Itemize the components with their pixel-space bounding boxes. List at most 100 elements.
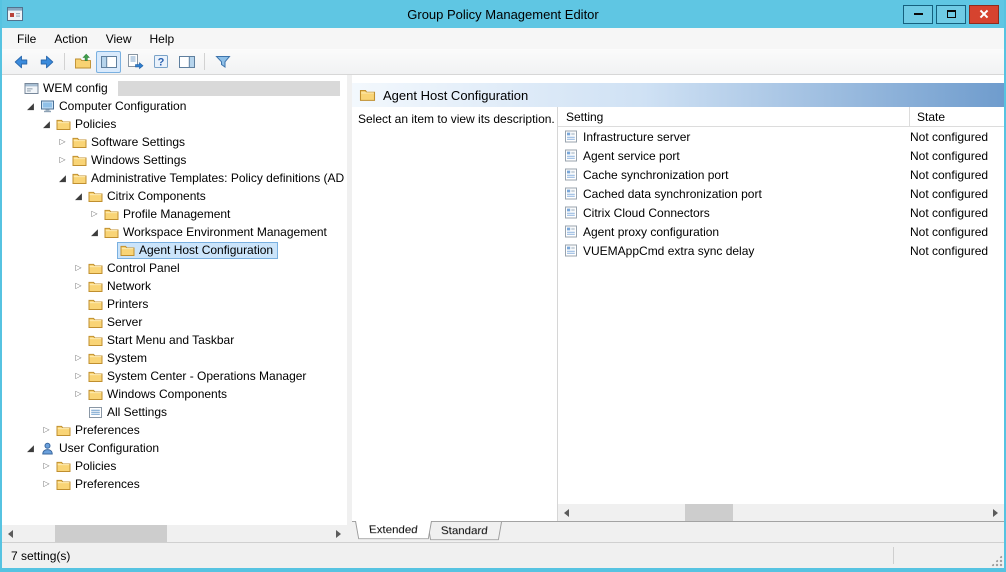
- tree-expander-icon[interactable]: ▷: [72, 385, 85, 403]
- tree-horizontal-scrollbar[interactable]: [2, 525, 347, 542]
- tree-item[interactable]: ▷Windows Components: [2, 385, 347, 403]
- maximize-button[interactable]: [936, 5, 966, 24]
- forward-button[interactable]: [34, 51, 59, 73]
- tree-item[interactable]: ◢Citrix Components: [2, 187, 347, 205]
- tree-expander-icon[interactable]: ◢: [88, 223, 101, 241]
- tree-item-content[interactable]: System: [85, 350, 152, 367]
- tree-item[interactable]: ▷Windows Settings: [2, 151, 347, 169]
- menu-action[interactable]: Action: [45, 30, 96, 48]
- tree-item[interactable]: ▷Profile Management: [2, 205, 347, 223]
- tree-item-content[interactable]: User Configuration: [37, 440, 164, 457]
- tree-item[interactable]: Server: [2, 313, 347, 331]
- menu-view[interactable]: View: [97, 30, 141, 48]
- scroll-left-button[interactable]: [2, 525, 19, 542]
- tree-item[interactable]: ▷Control Panel: [2, 259, 347, 277]
- scrollbar-thumb[interactable]: [55, 525, 167, 542]
- tree-item-content[interactable]: Preferences: [53, 422, 145, 439]
- tree-expander-icon[interactable]: ▷: [88, 205, 101, 223]
- tree-expander-icon[interactable]: ▷: [72, 349, 85, 367]
- tree-expander-icon[interactable]: ◢: [56, 169, 69, 187]
- tree-item-content[interactable]: Start Menu and Taskbar: [85, 332, 239, 349]
- tree-item[interactable]: ◢Computer Configuration: [2, 97, 347, 115]
- scroll-left-button[interactable]: [558, 504, 575, 521]
- tree-expander-icon[interactable]: ◢: [40, 115, 53, 133]
- tree-item-content[interactable]: System Center - Operations Manager: [85, 368, 311, 385]
- list-horizontal-scrollbar[interactable]: [558, 504, 1004, 521]
- tree-expander-icon[interactable]: ▷: [40, 475, 53, 493]
- tree-item[interactable]: ▷Network: [2, 277, 347, 295]
- titlebar[interactable]: Group Policy Management Editor: [2, 0, 1004, 28]
- tab-standard[interactable]: Standard: [427, 522, 502, 540]
- tree-item-content[interactable]: Agent Host Configuration: [117, 242, 278, 259]
- tree-item-content[interactable]: Windows Settings: [69, 152, 191, 169]
- tree-item[interactable]: ▷Preferences: [2, 421, 347, 439]
- scrollbar-track[interactable]: [575, 504, 987, 521]
- tree-expander-icon[interactable]: ▷: [72, 367, 85, 385]
- tree-item-content[interactable]: Citrix Components: [85, 188, 211, 205]
- show-console-tree-button[interactable]: [96, 51, 121, 73]
- tree-item[interactable]: All Settings: [2, 403, 347, 421]
- tree-expander-icon[interactable]: ▷: [72, 277, 85, 295]
- tree-item[interactable]: ▷Software Settings: [2, 133, 347, 151]
- tree-expander-icon[interactable]: ▷: [40, 421, 53, 439]
- settings-row[interactable]: Cache synchronization portNot configured: [558, 165, 1004, 184]
- scroll-right-button[interactable]: [330, 525, 347, 542]
- filter-button[interactable]: [210, 51, 235, 73]
- menu-file[interactable]: File: [8, 30, 45, 48]
- tree-item-content[interactable]: Policies: [53, 116, 121, 133]
- settings-row[interactable]: Citrix Cloud ConnectorsNot configured: [558, 203, 1004, 222]
- settings-row[interactable]: Infrastructure serverNot configured: [558, 127, 1004, 146]
- settings-row[interactable]: VUEMAppCmd extra sync delayNot configure…: [558, 241, 1004, 260]
- tab-extended[interactable]: Extended: [355, 521, 432, 539]
- tree-item-content[interactable]: Printers: [85, 296, 153, 313]
- up-one-level-button[interactable]: [70, 51, 95, 73]
- tree-expander-icon[interactable]: ◢: [24, 97, 37, 115]
- scroll-right-button[interactable]: [987, 504, 1004, 521]
- settings-row[interactable]: Cached data synchronization portNot conf…: [558, 184, 1004, 203]
- close-button[interactable]: [969, 5, 999, 24]
- tree-item-content[interactable]: WEM config: [21, 80, 113, 97]
- settings-row[interactable]: Agent service portNot configured: [558, 146, 1004, 165]
- tree-item-content[interactable]: Profile Management: [101, 206, 235, 223]
- tree-item[interactable]: ▷System: [2, 349, 347, 367]
- tree-item-content[interactable]: Workspace Environment Management: [101, 224, 332, 241]
- tree-item-content[interactable]: Network: [85, 278, 156, 295]
- tree-expander-icon[interactable]: ▷: [56, 151, 69, 169]
- tree-item[interactable]: ◢Policies: [2, 115, 347, 133]
- tree-item[interactable]: WEM config: [2, 79, 347, 97]
- export-list-button[interactable]: [122, 51, 147, 73]
- tree-expander-icon[interactable]: ◢: [24, 439, 37, 457]
- tree-item[interactable]: Agent Host Configuration: [2, 241, 347, 259]
- tree-item-content[interactable]: Administrative Templates: Policy definit…: [69, 170, 347, 187]
- resize-grip[interactable]: [990, 554, 1003, 567]
- tree-expander-icon[interactable]: ▷: [72, 259, 85, 277]
- help-button[interactable]: ?: [148, 51, 173, 73]
- scrollbar-track[interactable]: [19, 525, 330, 542]
- tree-item[interactable]: ◢User Configuration: [2, 439, 347, 457]
- tree-expander-icon[interactable]: ▷: [56, 133, 69, 151]
- tree-expander-icon[interactable]: ▷: [40, 457, 53, 475]
- tree-item-content[interactable]: Preferences: [53, 476, 145, 493]
- column-header-state[interactable]: State: [910, 107, 1004, 126]
- tree-item[interactable]: Start Menu and Taskbar: [2, 331, 347, 349]
- tree-item-content[interactable]: Policies: [53, 458, 121, 475]
- tree-item[interactable]: Printers: [2, 295, 347, 313]
- menu-help[interactable]: Help: [141, 30, 184, 48]
- tree-item-content[interactable]: All Settings: [85, 404, 172, 421]
- tree-item[interactable]: ▷System Center - Operations Manager: [2, 367, 347, 385]
- tree-item-content[interactable]: Computer Configuration: [37, 98, 191, 115]
- tree-item-content[interactable]: Server: [85, 314, 147, 331]
- show-action-pane-button[interactable]: [174, 51, 199, 73]
- settings-row[interactable]: Agent proxy configurationNot configured: [558, 222, 1004, 241]
- tree-item-content[interactable]: Control Panel: [85, 260, 185, 277]
- back-button[interactable]: [8, 51, 33, 73]
- tree-item[interactable]: ◢Administrative Templates: Policy defini…: [2, 169, 347, 187]
- tree-expander-icon[interactable]: ◢: [72, 187, 85, 205]
- minimize-button[interactable]: [903, 5, 933, 24]
- tree-item[interactable]: ▷Preferences: [2, 475, 347, 493]
- column-header-setting[interactable]: Setting: [558, 107, 910, 126]
- tree-item[interactable]: ▷Policies: [2, 457, 347, 475]
- tree-item-content[interactable]: Windows Components: [85, 386, 232, 403]
- scrollbar-thumb[interactable]: [685, 504, 733, 521]
- tree-item-content[interactable]: Software Settings: [69, 134, 190, 151]
